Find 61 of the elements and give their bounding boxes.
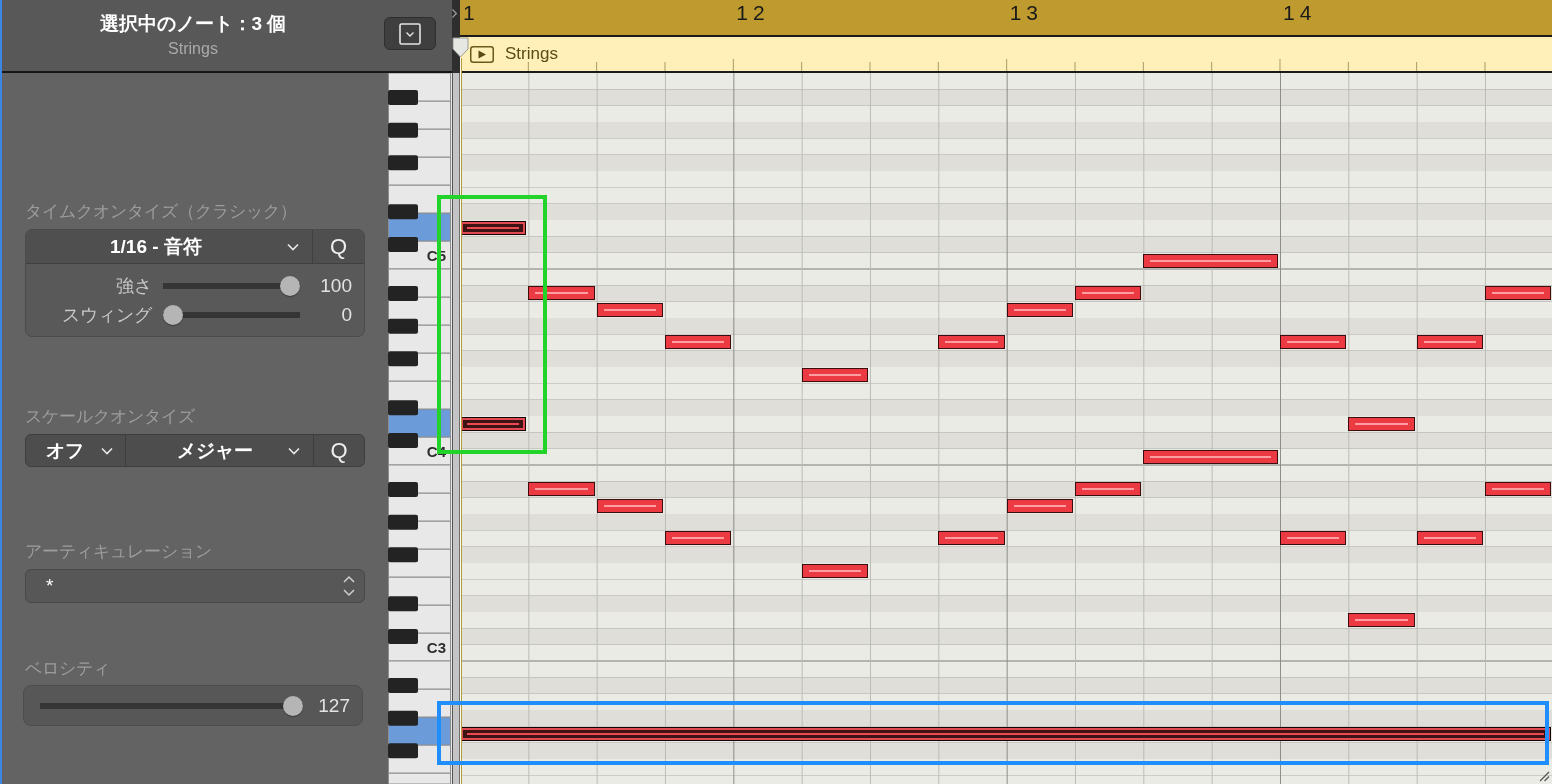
midi-note[interactable] <box>1485 482 1551 497</box>
octave-label: C3 <box>426 638 446 658</box>
midi-note[interactable] <box>1075 482 1142 497</box>
chevron-icon <box>287 242 299 251</box>
up-down-chevron-icon <box>342 574 356 598</box>
midi-note[interactable] <box>1280 335 1347 350</box>
chevron-box-icon <box>399 22 421 45</box>
timeline-ruler[interactable]: 1 12 13 14 <box>460 0 1552 37</box>
midi-note[interactable] <box>1348 417 1415 431</box>
region-subtitle: Strings <box>168 39 218 59</box>
midi-note[interactable] <box>528 286 595 301</box>
midi-note[interactable] <box>665 335 732 350</box>
bar-number: 13 <box>1009 1 1043 25</box>
quantize-button[interactable]: Q <box>312 230 364 263</box>
inspector-menu-button[interactable] <box>384 17 436 50</box>
sharp-key[interactable] <box>388 743 418 759</box>
sharp-key[interactable] <box>388 547 418 563</box>
midi-note[interactable] <box>1348 613 1415 627</box>
midi-note[interactable] <box>1485 286 1551 301</box>
quantize-button[interactable]: Q <box>314 435 364 466</box>
sharp-key[interactable] <box>388 400 418 416</box>
midi-note[interactable] <box>460 221 527 235</box>
slider-value: 0 <box>340 303 352 326</box>
midi-note[interactable] <box>528 482 595 497</box>
sharp-key[interactable] <box>388 351 418 367</box>
sharp-key[interactable] <box>388 596 418 612</box>
bar-number: 14 <box>1283 1 1317 25</box>
section-label: ベロシティ <box>25 658 110 680</box>
midi-note[interactable] <box>938 531 1005 546</box>
midi-note[interactable] <box>1280 531 1347 546</box>
midi-note[interactable] <box>1075 286 1142 301</box>
slider-label: スウィング <box>61 303 152 327</box>
slider-thumb[interactable] <box>283 695 303 716</box>
right-chevron-icon[interactable] <box>452 9 457 18</box>
quantize-value-dropdown[interactable]: 1/16 - 音符 <box>26 230 312 263</box>
sharp-key[interactable] <box>388 155 418 171</box>
sharp-key[interactable] <box>388 204 418 220</box>
midi-note[interactable] <box>460 417 527 431</box>
chevron-icon <box>101 446 113 455</box>
midi-note[interactable] <box>1416 531 1483 546</box>
slider-label: 強さ <box>115 274 152 298</box>
midi-note[interactable] <box>801 368 868 382</box>
slider-value: 127 <box>317 694 350 717</box>
slider-value: 100 <box>319 274 352 297</box>
chevron-icon <box>288 446 300 455</box>
splitter-bar[interactable] <box>452 73 460 784</box>
resize-grip-icon[interactable] <box>1538 770 1550 782</box>
slider-thumb[interactable] <box>163 304 183 325</box>
midi-note[interactable] <box>938 335 1005 350</box>
bar-number: 1 <box>463 1 480 25</box>
articulation-popup[interactable]: * <box>25 569 365 603</box>
midi-note[interactable] <box>460 727 1551 742</box>
bar-number: 12 <box>736 1 770 25</box>
region-name: Strings <box>505 44 558 64</box>
root-dropdown[interactable]: オフ <box>26 435 126 466</box>
scale-dropdown[interactable]: メジャー <box>126 435 314 466</box>
midi-note[interactable] <box>1416 335 1483 350</box>
midi-note[interactable] <box>665 531 732 546</box>
selection-title: 選択中のノート：3 個 <box>99 12 287 36</box>
midi-note[interactable] <box>801 564 868 578</box>
slider-thumb[interactable] <box>280 275 300 296</box>
